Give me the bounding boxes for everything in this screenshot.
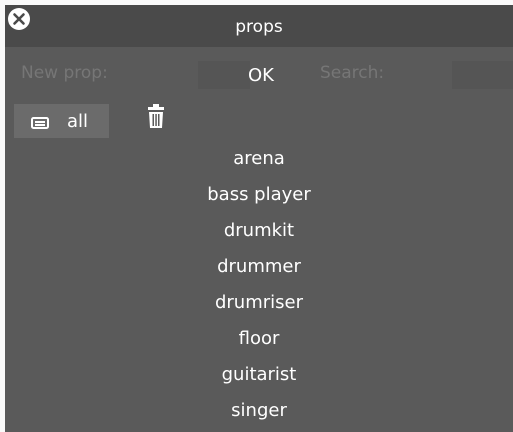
list-item[interactable]: drummer	[5, 253, 513, 289]
delete-button[interactable]	[147, 104, 165, 132]
layers-icon	[31, 114, 49, 133]
window-title: props	[235, 17, 283, 37]
filter-all-label: all	[67, 111, 89, 132]
search-label: Search:	[320, 63, 385, 83]
list-item[interactable]: floor	[5, 325, 513, 361]
new-prop-label: New prop:	[21, 63, 108, 83]
ok-button[interactable]: OK	[248, 61, 274, 91]
list-item[interactable]: drumkit	[5, 217, 513, 253]
trash-icon	[148, 104, 164, 128]
title-bar: props	[5, 5, 513, 47]
props-window: props New prop: OK Search: all arena bas…	[5, 5, 513, 432]
list-item[interactable]: singer	[5, 397, 513, 432]
new-prop-input[interactable]	[198, 61, 250, 89]
list-item[interactable]: guitarist	[5, 361, 513, 397]
search-input[interactable]	[452, 61, 513, 89]
list-item[interactable]: drumriser	[5, 289, 513, 325]
filter-all-button[interactable]: all	[14, 104, 109, 138]
prop-list: arena bass player drumkit drummer drumri…	[5, 145, 513, 432]
list-item[interactable]: arena	[5, 145, 513, 181]
list-item[interactable]: bass player	[5, 181, 513, 217]
